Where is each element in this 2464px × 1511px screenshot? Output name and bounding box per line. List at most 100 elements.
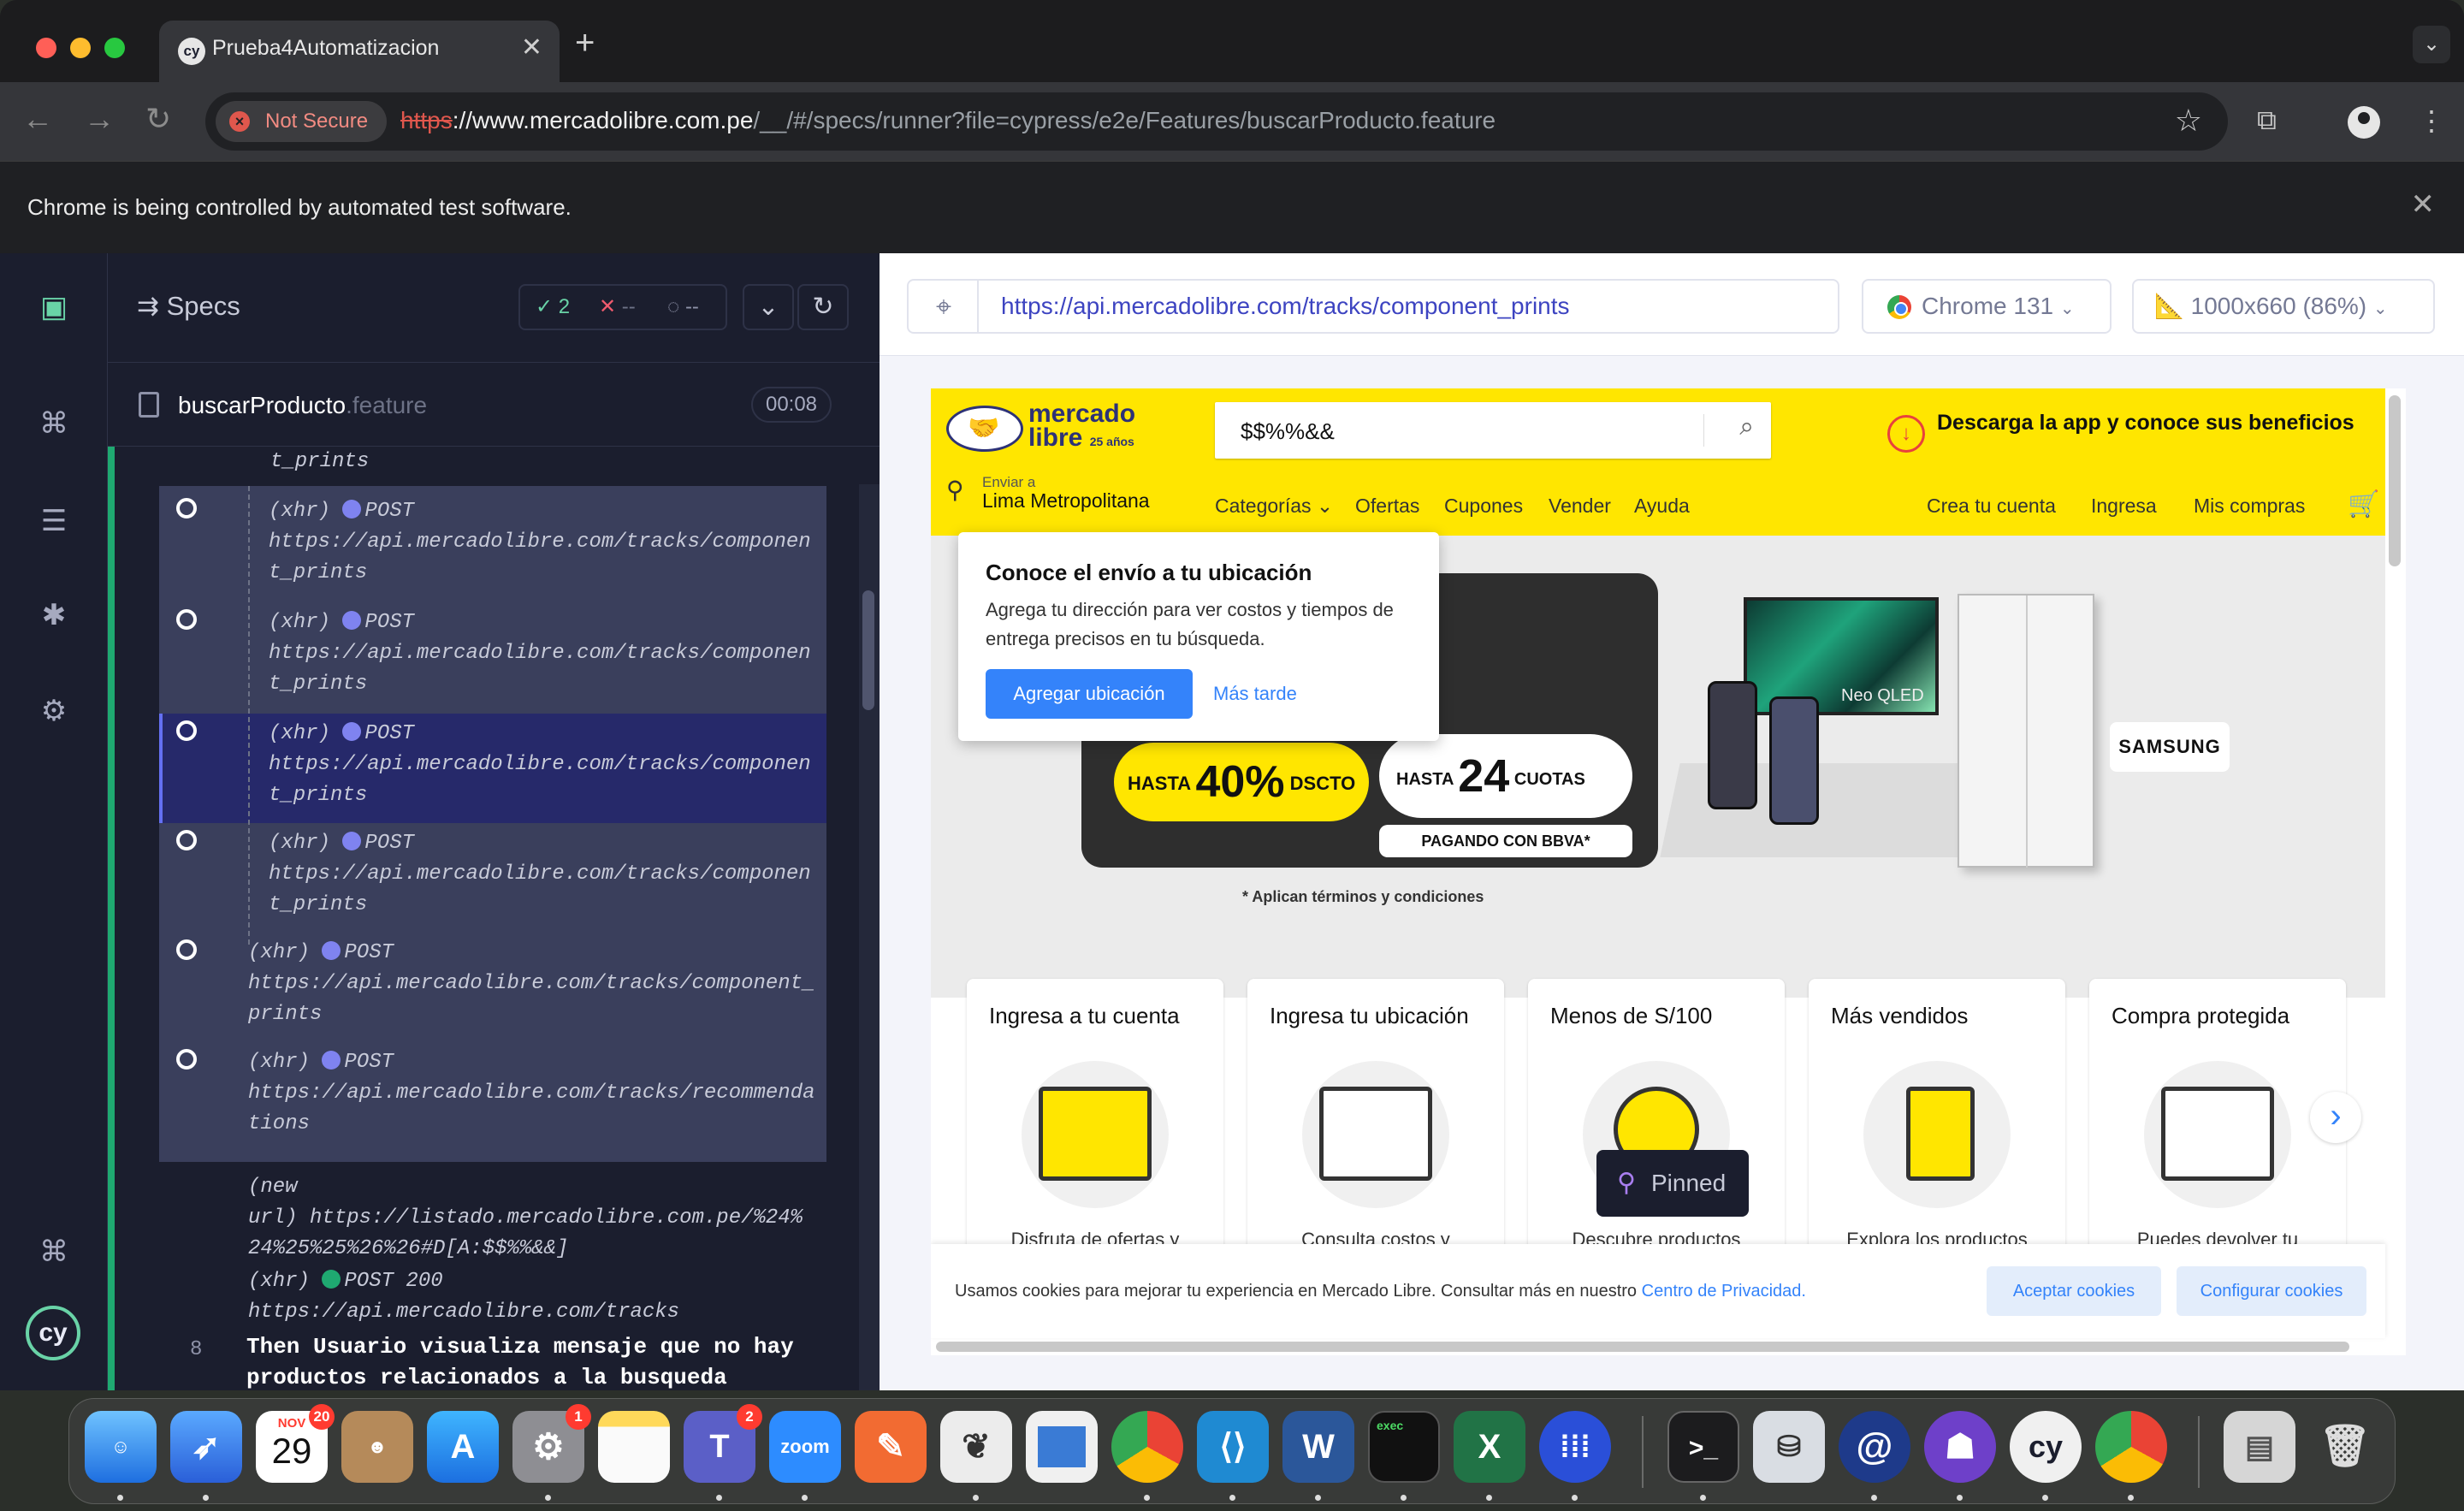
zoom-window-button[interactable] — [104, 38, 125, 58]
word-icon[interactable]: W — [1282, 1411, 1354, 1483]
app-store-icon[interactable]: A — [427, 1411, 499, 1483]
horizontal-scrollbar[interactable] — [936, 1342, 2349, 1352]
infobar-close-icon[interactable]: ✕ — [2411, 187, 2436, 222]
command-item[interactable]: (xhr) POST https://api.mercadolibre.com/t… — [269, 828, 880, 921]
search-icon[interactable]: ⌕ — [1739, 412, 1754, 441]
xhr-command[interactable]: (xhr) POST 200 https://api.mercadolibre.c… — [248, 1266, 880, 1328]
viewport-selector[interactable]: 📐 1000x660 (86%) ⌄ — [2132, 279, 2435, 334]
selector-playground-crosshair-icon[interactable]: ⌖ — [907, 279, 979, 334]
add-location-button[interactable]: Agregar ubicación — [986, 669, 1193, 719]
documents-stack-icon[interactable]: ▤ — [2224, 1411, 2295, 1483]
zoom-icon[interactable]: zoom — [769, 1411, 841, 1483]
new-url-command[interactable]: (new url) https://listado.mercadolibre.co… — [248, 1172, 880, 1265]
nav-ayuda[interactable]: Ayuda — [1634, 495, 1690, 518]
browser-tab[interactable]: cy Prueba4Automatizacion ✕ — [159, 21, 560, 82]
minimize-window-button[interactable] — [70, 38, 91, 58]
ml-brand[interactable]: mercado libre 25 años — [1028, 401, 1135, 453]
profile-avatar-icon[interactable] — [2348, 106, 2380, 139]
command-item[interactable]: (xhr) POST https://api.mercadolibre.com/t… — [269, 607, 880, 700]
disk-utility-icon[interactable]: ⛁ — [1753, 1411, 1825, 1483]
accept-cookies-button[interactable]: Aceptar cookies — [1987, 1266, 2161, 1316]
specs-nav-icon[interactable]: ⌘ — [34, 404, 74, 443]
notification-badge: 2 — [737, 1404, 762, 1430]
chrome-menu-icon[interactable]: ⋮ — [2418, 104, 2445, 137]
trash-icon[interactable]: 🗑 — [2309, 1411, 2381, 1483]
then-step[interactable]: Then Usuario visualiza mensaje que no ha… — [246, 1331, 794, 1390]
eclipse-icon[interactable]: ❦ — [940, 1411, 1012, 1483]
extensions-puzzle-icon[interactable]: ⧉ — [2257, 104, 2277, 137]
card-menos-100[interactable]: Menos de S/100 Descubre productos — [1528, 979, 1785, 1270]
contacts-icon[interactable]: ☻ — [341, 1411, 413, 1483]
cart-icon[interactable]: 🛒 — [2348, 489, 2379, 519]
window-app-icon[interactable] — [1026, 1411, 1098, 1483]
collapse-chevron-button[interactable]: ⌄ — [743, 284, 794, 330]
runs-nav-icon[interactable]: ☰ — [34, 501, 74, 541]
close-window-button[interactable] — [36, 38, 56, 58]
carousel-next-arrow-icon[interactable]: › — [2310, 1092, 2361, 1143]
card-mas-vendidos[interactable]: Más vendidos Explora los productos — [1809, 979, 2065, 1270]
ml-search-box[interactable]: $$%%&& ⌕ — [1215, 402, 1771, 459]
privacy-link[interactable]: Centro de Privacidad. — [1642, 1282, 1806, 1301]
app-download-banner[interactable]: ↓ Descarga la app y conoce sus beneficios — [1887, 411, 2354, 453]
browser-selector[interactable]: Chrome 131 ⌄ — [1862, 279, 2112, 334]
vscode-icon[interactable]: ⟨⟩ — [1197, 1411, 1269, 1483]
popup-body: Agrega tu dirección para ver costos y ti… — [986, 599, 1394, 649]
cypress-app-icon[interactable]: cy — [2010, 1411, 2082, 1483]
card-ingresa-cuenta[interactable]: Ingresa a tu cuenta Disfruta de ofertas … — [967, 979, 1223, 1270]
configure-cookies-button[interactable]: Configurar cookies — [2177, 1266, 2366, 1316]
rerun-button[interactable]: ↻ — [797, 284, 849, 330]
card-title: Ingresa a tu cuenta — [989, 1003, 1180, 1028]
specs-toggle[interactable]: ⇉ Specs — [137, 291, 240, 322]
vertical-scrollbar[interactable] — [2389, 395, 2401, 566]
dots-grid-icon[interactable]: ⁞⁞⁞ — [1539, 1411, 1611, 1483]
reload-icon[interactable]: ↻ — [145, 101, 171, 137]
excel-icon[interactable]: X — [1454, 1411, 1525, 1483]
search-input[interactable]: $$%%&& — [1241, 418, 1335, 445]
new-tab-button[interactable]: + — [575, 24, 595, 62]
cypress-project-icon[interactable]: ▣ — [34, 287, 74, 327]
step-number: 8 — [190, 1338, 203, 1361]
popup-title: Conoce el envío a tu ubicación — [986, 560, 1312, 585]
address-bar[interactable]: × Not Secure https://www.mercadolibre.co… — [205, 92, 2228, 151]
debug-bug-icon[interactable]: ✱ — [34, 596, 74, 635]
chrome-icon[interactable] — [1111, 1411, 1183, 1483]
terminal-icon[interactable]: >_ — [1667, 1411, 1739, 1483]
forward-arrow-icon[interactable]: → — [84, 101, 115, 137]
command-item[interactable]: (xhr) POST https://api.mercadolibre.com/t… — [248, 1047, 880, 1140]
url-text[interactable]: https://www.mercadolibre.com.pe/__/#/spe… — [400, 107, 1496, 134]
command-item[interactable]: (xhr) POST https://api.mercadolibre.com/t… — [269, 496, 880, 589]
swirl-app-icon[interactable]: @ — [1839, 1411, 1910, 1483]
card-compra-protegida[interactable]: Compra protegida Puedes devolver tu — [2089, 979, 2346, 1270]
teams-icon[interactable]: T2 — [684, 1404, 762, 1483]
nav-cupones[interactable]: Cupones — [1444, 495, 1523, 518]
keyboard-shortcuts-icon[interactable]: ⌘ — [34, 1232, 74, 1271]
nav-crea-tu-cuenta[interactable]: Crea tu cuenta — [1927, 495, 2056, 518]
settings-gear-icon[interactable]: ⚙ — [34, 691, 74, 731]
pen-app-icon[interactable]: ✎ — [855, 1411, 927, 1483]
nav-mis-compras[interactable]: Mis compras — [2194, 495, 2305, 518]
not-secure-chip[interactable]: × Not Secure — [216, 101, 388, 142]
chrome-icon[interactable] — [2095, 1411, 2167, 1483]
calendar-icon[interactable]: NOV 29 20 — [256, 1404, 335, 1483]
tab-close-icon[interactable]: ✕ — [521, 33, 542, 62]
command-item[interactable]: (xhr) POST https://api.mercadolibre.com/t… — [248, 938, 880, 1030]
terminal-exec-icon[interactable]: exec — [1368, 1411, 1440, 1483]
finder-icon[interactable]: ☺ — [85, 1411, 157, 1483]
github-desktop-icon[interactable]: ☗ — [1924, 1411, 1996, 1483]
card-ingresa-ubicacion[interactable]: Ingresa tu ubicación Consulta costos y — [1247, 979, 1504, 1270]
nav-vender[interactable]: Vender — [1549, 495, 1611, 518]
bookmark-star-icon[interactable]: ☆ — [2175, 103, 2202, 139]
nav-ingresa[interactable]: Ingresa — [2091, 495, 2157, 518]
reporter-scrollbar[interactable] — [859, 484, 880, 1390]
back-arrow-icon[interactable]: ← — [22, 101, 53, 137]
mercadolibre-handshake-logo[interactable] — [946, 406, 1023, 452]
nav-categorias[interactable]: Categorías ⌄ — [1215, 495, 1333, 518]
nav-ofertas[interactable]: Ofertas — [1355, 495, 1419, 518]
command-item[interactable]: (xhr) POST https://api.mercadolibre.com/t… — [269, 719, 880, 811]
launchpad-icon[interactable]: ➶ — [170, 1411, 242, 1483]
system-settings-icon[interactable]: ⚙ 1 — [512, 1404, 591, 1483]
later-button[interactable]: Más tarde — [1213, 669, 1297, 719]
notes-icon[interactable] — [598, 1411, 670, 1483]
tab-search-chevron-icon[interactable]: ⌄ — [2413, 26, 2450, 63]
aut-url[interactable]: https://api.mercadolibre.com/tracks/comp… — [977, 279, 1839, 334]
